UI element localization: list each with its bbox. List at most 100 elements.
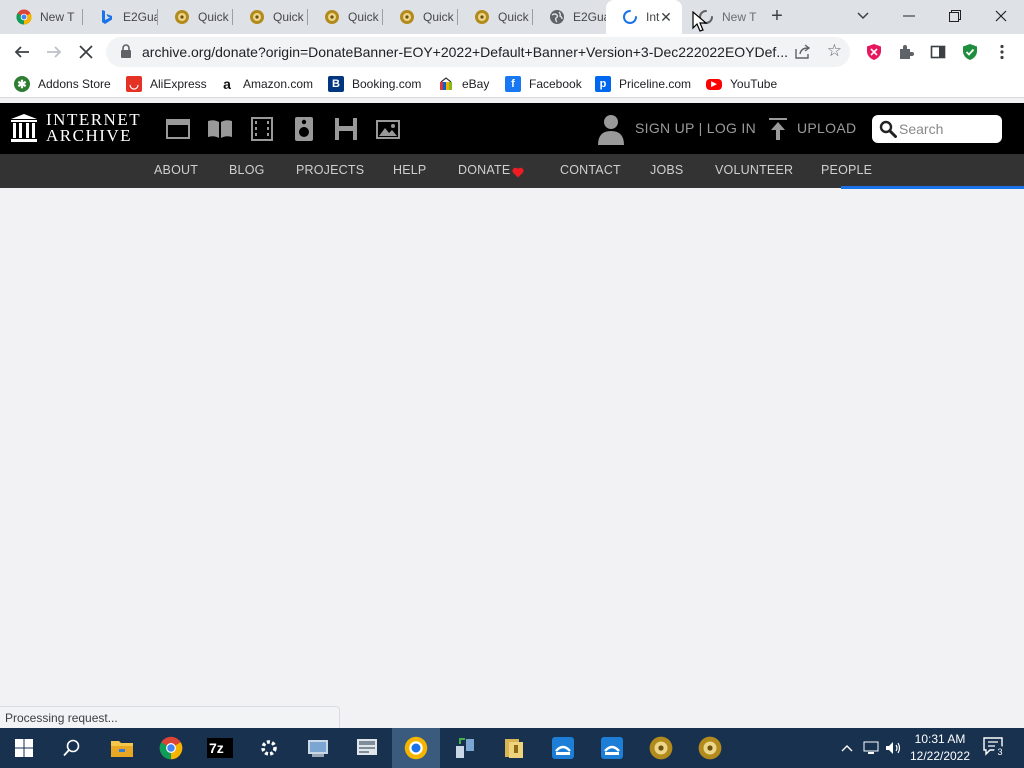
user-avatar-icon[interactable]: [596, 113, 626, 150]
lock-icon[interactable]: [120, 44, 132, 63]
device-manager-icon[interactable]: [343, 728, 391, 768]
search-input[interactable]: [899, 119, 995, 139]
tab[interactable]: Quick: [383, 0, 458, 34]
bookmark-booking[interactable]: B Booking.com: [328, 74, 421, 94]
clock-time: 10:31 AM: [914, 732, 966, 746]
show-hidden-icons-button[interactable]: [838, 728, 856, 768]
search-box[interactable]: [872, 115, 1002, 143]
share-icon[interactable]: [794, 43, 812, 64]
nav-contact[interactable]: CONTACT: [560, 163, 621, 177]
nav-blog[interactable]: BLOG: [229, 163, 265, 177]
bookmark-label: eBay: [462, 77, 490, 91]
bookmark-facebook[interactable]: f Facebook: [505, 74, 582, 94]
tab[interactable]: New T: [0, 0, 83, 34]
tab-title: New T: [722, 10, 757, 24]
menu-button[interactable]: [990, 40, 1014, 64]
nav-people[interactable]: PEOPLE: [821, 163, 872, 177]
tab-title: E2Gua: [573, 10, 606, 24]
tab-title: Quick: [198, 10, 229, 24]
file-explorer-icon[interactable]: [98, 728, 146, 768]
system-clock[interactable]: 10:31 AM 12/22/2022: [905, 731, 975, 765]
tab[interactable]: E2Gua: [533, 0, 606, 34]
side-panel-button[interactable]: [926, 40, 950, 64]
chrome-icon[interactable]: [147, 728, 195, 768]
url-text[interactable]: archive.org/donate?origin=DonateBanner-E…: [142, 44, 787, 60]
bookmark-label: Priceline.com: [619, 77, 692, 91]
close-window-button[interactable]: [978, 0, 1024, 32]
upload-icon[interactable]: [768, 118, 788, 145]
tab[interactable]: Quick: [308, 0, 383, 34]
bing-icon: [99, 9, 115, 25]
bookmark-label: Amazon.com: [243, 77, 314, 91]
search-icon: [63, 739, 80, 757]
tab-title: Quick: [423, 10, 454, 24]
taskbar-search-button[interactable]: [48, 728, 96, 768]
security-extension-button[interactable]: [958, 40, 982, 64]
nav-projects[interactable]: PROJECTS: [296, 163, 364, 177]
close-icon: [995, 10, 1007, 22]
tab[interactable]: Quick: [458, 0, 533, 34]
nav-help[interactable]: HELP: [393, 163, 426, 177]
minimize-button[interactable]: [886, 0, 932, 32]
tab-active[interactable]: Int ✕: [606, 0, 682, 34]
software-icon[interactable]: [333, 116, 359, 142]
addons-store-icon: ✱: [14, 76, 30, 92]
restore-button[interactable]: [932, 0, 978, 32]
new-tab-button[interactable]: +: [766, 6, 788, 28]
sync-icon[interactable]: [539, 728, 587, 768]
audio-icon[interactable]: [291, 116, 317, 142]
ia-logo[interactable]: INTERNET ARCHIVE: [10, 111, 141, 144]
status-bubble: Processing request...: [0, 706, 340, 728]
close-tab-icon[interactable]: ✕: [658, 9, 674, 25]
bookmark-priceline[interactable]: p Priceline.com: [595, 74, 691, 94]
sign-up-log-in-link[interactable]: SIGN UP | LOG IN: [635, 120, 756, 136]
upload-link[interactable]: UPLOAD: [797, 120, 856, 136]
bookmark-addons-store[interactable]: ✱ Addons Store: [14, 74, 111, 94]
images-icon[interactable]: [375, 116, 401, 142]
video-icon[interactable]: [249, 116, 275, 142]
bookmark-ebay[interactable]: eBay: [438, 74, 489, 94]
web-icon[interactable]: [165, 116, 191, 142]
quickhash-icon[interactable]: [686, 728, 734, 768]
kebab-menu-icon: [1000, 44, 1004, 60]
extensions-button[interactable]: [894, 40, 918, 64]
start-button[interactable]: [0, 728, 48, 768]
stop-button[interactable]: [74, 40, 98, 64]
mouse-cursor-icon: [692, 11, 708, 32]
bookmark-star-icon[interactable]: ☆: [827, 41, 842, 61]
bookmark-amazon[interactable]: a Amazon.com: [219, 74, 313, 94]
bookmark-label: Facebook: [529, 77, 582, 91]
volume-icon[interactable]: [883, 728, 905, 768]
extension-shield-button[interactable]: [862, 40, 886, 64]
active-browser-icon[interactable]: [392, 728, 440, 768]
quickhash-icon[interactable]: [637, 728, 685, 768]
archive-icon[interactable]: [490, 728, 538, 768]
settings-icon[interactable]: [245, 728, 293, 768]
bookmark-aliexpress[interactable]: ◡ AliExpress: [126, 74, 207, 94]
minimize-icon: [903, 15, 915, 17]
nav-jobs[interactable]: JOBS: [650, 163, 683, 177]
tab[interactable]: E2Gua: [83, 0, 158, 34]
chevron-down-icon: [857, 12, 869, 20]
ia-header: INTERNET ARCHIVE SIGN UP | LOG IN UPLOAD: [0, 103, 1024, 154]
network-tray-icon[interactable]: [860, 728, 882, 768]
tab-title: Quick: [273, 10, 304, 24]
forward-button[interactable]: [42, 40, 66, 64]
control-panel-icon[interactable]: [294, 728, 342, 768]
nav-about[interactable]: ABOUT: [154, 163, 198, 177]
ia-nav-bar: ABOUT BLOG PROJECTS HELP DONATE CONTACT …: [0, 154, 1024, 188]
sync-icon[interactable]: [588, 728, 636, 768]
back-button[interactable]: [10, 40, 34, 64]
bookmark-label: YouTube: [730, 77, 778, 91]
7zip-icon[interactable]: 7z: [196, 728, 244, 768]
bookmark-youtube[interactable]: ▶ YouTube: [706, 74, 777, 94]
nav-volunteer[interactable]: VOLUNTEER: [715, 163, 793, 177]
nav-donate[interactable]: DONATE: [458, 163, 510, 177]
tab-search-button[interactable]: [840, 0, 886, 32]
puzzle-icon: [900, 45, 914, 59]
tab[interactable]: Quick: [233, 0, 308, 34]
network-icon[interactable]: [441, 728, 489, 768]
texts-icon[interactable]: [207, 116, 233, 142]
address-bar[interactable]: archive.org/donate?origin=DonateBanner-E…: [106, 37, 850, 67]
tab[interactable]: Quick: [158, 0, 233, 34]
